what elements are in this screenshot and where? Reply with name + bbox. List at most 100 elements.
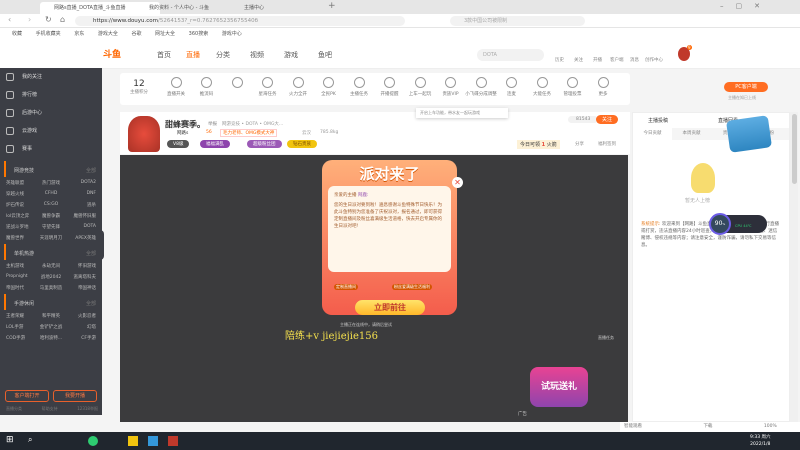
report-link[interactable]: 举报 bbox=[208, 121, 217, 127]
nav-games[interactable]: 游戏 bbox=[284, 50, 298, 60]
bookmark[interactable]: 手机收藏夹 bbox=[36, 31, 61, 37]
level-badge[interactable]: V8级 bbox=[167, 140, 190, 148]
sidebar-game-link[interactable]: 魔兽世界 bbox=[6, 235, 36, 241]
sidebar-game-link[interactable]: 帝国神话 bbox=[66, 285, 96, 291]
sidebar-game-link[interactable]: 火影忍者 bbox=[66, 313, 96, 319]
noble-badge[interactable]: 钻石贵族 bbox=[287, 140, 317, 148]
sidebar-game-link[interactable]: DOTA2 bbox=[66, 180, 96, 186]
more-link[interactable]: 全部 bbox=[86, 167, 96, 174]
nav-fishbar[interactable]: 鱼吧 bbox=[318, 50, 332, 60]
nav-live[interactable]: 直播 bbox=[186, 50, 200, 60]
sidebar-game-link[interactable]: 守望先锋 bbox=[36, 224, 66, 230]
fan-club-badge[interactable]: 超级粉丝团 bbox=[247, 140, 282, 148]
smart-view[interactable]: 智能观看 bbox=[624, 424, 642, 429]
messages-link[interactable]: 消息 bbox=[630, 57, 639, 63]
pc-client-button[interactable]: PC客户端 bbox=[724, 82, 768, 92]
new-tab-button[interactable]: + bbox=[328, 1, 336, 11]
clock[interactable]: 9:33 周六 2022/1/8 bbox=[750, 434, 771, 448]
sidebar-game-link[interactable]: 逃杀 bbox=[66, 202, 96, 208]
reload-icon[interactable]: ↻ bbox=[45, 15, 52, 24]
sidebar-game-link[interactable]: 幻塔 bbox=[66, 324, 96, 330]
bookmark[interactable]: 360搜索 bbox=[189, 31, 209, 37]
back-icon[interactable]: ‹ bbox=[8, 15, 11, 24]
search-icon[interactable]: ⌕ bbox=[28, 435, 32, 445]
download-button[interactable]: 下载 bbox=[703, 424, 712, 429]
bookmark[interactable]: 京东 bbox=[74, 31, 84, 37]
sidebar-game-link[interactable]: 哈利波特... bbox=[36, 335, 66, 341]
bookmark[interactable]: 收藏 bbox=[12, 31, 22, 37]
sidebar-game-link[interactable]: lol云顶之弈 bbox=[6, 213, 36, 219]
tab-today-contribution[interactable]: 今日贡献 bbox=[633, 128, 672, 140]
nav-category[interactable]: 分类 bbox=[216, 50, 230, 60]
sidebar-game-link[interactable]: 魔兽争霸 bbox=[36, 213, 66, 219]
sidebar-game-link[interactable]: 炉石传说 bbox=[6, 202, 36, 208]
bookmark[interactable]: 游戏大全 bbox=[98, 31, 118, 37]
site-search-input[interactable]: DOTA bbox=[477, 49, 544, 61]
sidebar-game-link[interactable]: CS:GO bbox=[36, 202, 66, 208]
sidebar-game-link[interactable]: 怀旧游戏 bbox=[66, 263, 96, 269]
sidebar-game-link[interactable]: 永劫无间 bbox=[36, 263, 66, 269]
sidebar-item-follow[interactable]: 我的关注 bbox=[0, 68, 102, 86]
sidebar-item-events[interactable]: 赛事 bbox=[0, 140, 102, 158]
url-input[interactable]: https://www.douyu.com/5264153?_r=0.76276… bbox=[75, 16, 405, 26]
app-taskbar-icon[interactable] bbox=[168, 436, 178, 446]
sidebar-game-link[interactable]: 马里奥制造 bbox=[36, 285, 66, 291]
sidebar-game-link[interactable]: 英雄联盟 bbox=[6, 180, 36, 186]
daily-reward[interactable]: 今日可领 1 火箭 bbox=[517, 140, 560, 149]
sidebar-game-link[interactable]: 王者荣耀 bbox=[6, 313, 36, 319]
sidebar-item-cloud-game[interactable]: 云游戏 bbox=[0, 122, 102, 140]
app-taskbar-icon[interactable] bbox=[148, 436, 158, 446]
footer-link[interactable]: 帮助支持 bbox=[42, 406, 58, 412]
toolbar-item[interactable]: 更多 bbox=[585, 77, 621, 97]
forward-icon[interactable]: › bbox=[28, 15, 31, 24]
windows-start-icon[interactable]: ⊞ bbox=[6, 435, 14, 445]
sidebar-item-game-center[interactable]: 后游中心 bbox=[0, 104, 102, 122]
more-link[interactable]: 全部 bbox=[86, 300, 96, 307]
go-now-button[interactable]: 立即前往 bbox=[355, 300, 425, 315]
history-link[interactable]: 历史 bbox=[555, 57, 564, 63]
bookmark[interactable]: 游戏中心 bbox=[222, 31, 242, 37]
sidebar-game-link[interactable]: 魔兽怀旧服 bbox=[66, 213, 97, 219]
perf-widget[interactable]: 90% CPU 44℃ bbox=[709, 213, 767, 235]
sidebar-game-link[interactable]: CF手游 bbox=[66, 335, 96, 341]
page-scrollbar[interactable] bbox=[790, 112, 798, 422]
start-stream-button[interactable]: 我要开播 bbox=[53, 390, 97, 402]
sidebar-game-link[interactable]: 热门游戏 bbox=[36, 180, 66, 186]
sidebar-game-link[interactable]: 逃离塔科夫 bbox=[66, 274, 97, 280]
sidebar-game-link[interactable]: APEX英雄 bbox=[66, 235, 96, 241]
streamer-avatar[interactable] bbox=[128, 116, 160, 152]
sidebar-game-link[interactable]: 逆战斗罗地 bbox=[6, 224, 36, 230]
sidebar-game-link[interactable]: DNF bbox=[66, 191, 96, 197]
bookmark[interactable]: 谷歌 bbox=[131, 31, 141, 37]
nav-video[interactable]: 视频 bbox=[250, 50, 264, 60]
bookmark[interactable]: 网址大全 bbox=[155, 31, 175, 37]
sidebar-game-link[interactable]: DOTA bbox=[66, 224, 97, 230]
badge[interactable]: 福福满乱 bbox=[200, 140, 230, 148]
zoom-level[interactable]: 100% bbox=[764, 424, 777, 429]
category-breadcrumb[interactable]: 网游竞技 • DOTA • OMG大... bbox=[222, 121, 283, 127]
sidebar-collapse-handle[interactable] bbox=[97, 230, 104, 260]
follow-button[interactable]: 关注 bbox=[596, 115, 619, 124]
sidebar-game-link[interactable]: COD手游 bbox=[6, 335, 36, 341]
sidebar-game-link[interactable]: 战地2042 bbox=[36, 274, 66, 280]
share-button[interactable]: 分享 bbox=[575, 141, 584, 147]
home-icon[interactable]: ⌂ bbox=[60, 15, 65, 24]
open-client-button[interactable]: 客户端打开 bbox=[5, 390, 49, 402]
sidebar-game-link[interactable]: CFHD bbox=[36, 191, 66, 197]
sidebar-game-link[interactable]: 主机游戏 bbox=[6, 263, 36, 269]
start-stream-link[interactable]: 开播 bbox=[593, 57, 602, 63]
browser-taskbar-icon[interactable] bbox=[88, 436, 98, 446]
sidebar-game-link[interactable]: Propnight bbox=[6, 274, 36, 280]
client-link[interactable]: 客户端 bbox=[610, 57, 624, 63]
sidebar-game-link[interactable]: LOL手游 bbox=[6, 324, 36, 330]
app-taskbar-icon[interactable] bbox=[128, 436, 138, 446]
sidebar-game-link[interactable]: 帝国时代 bbox=[6, 285, 36, 291]
douyu-logo[interactable]: 斗鱼 bbox=[103, 47, 121, 60]
browser-search-input[interactable]: 3款中国公司被限制 bbox=[450, 16, 585, 26]
close-icon[interactable]: ✕ bbox=[452, 177, 463, 188]
streamer-posts-link[interactable]: 主播投稿 bbox=[648, 117, 668, 124]
tab-week-contribution[interactable]: 本周贡献 bbox=[672, 128, 711, 140]
footer-link[interactable]: 12318举报 bbox=[77, 406, 98, 412]
sidebar-item-rank[interactable]: 排行榜 bbox=[0, 86, 102, 104]
sidebar-game-link[interactable]: 天涯明月刀 bbox=[36, 235, 66, 241]
